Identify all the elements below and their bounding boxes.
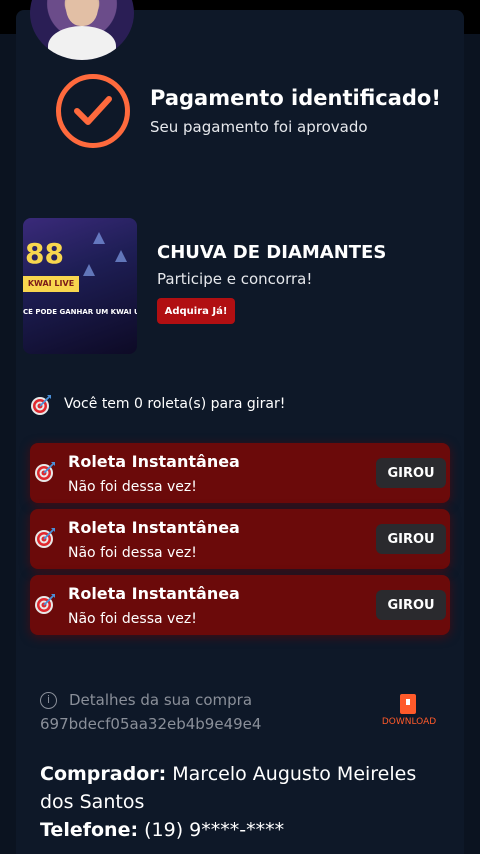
check-circle-icon	[56, 74, 130, 148]
target-icon	[35, 462, 55, 482]
target-icon	[35, 528, 55, 548]
buyer-phone-label: Telefone:	[40, 819, 139, 841]
promo-image-kwai-label: KWAI LIVE	[23, 276, 79, 292]
roulette-result: Não foi dessa vez!	[68, 479, 197, 495]
buyer-phone: Telefone: (19) 9****-****	[40, 819, 284, 841]
roulette-result: Não foi dessa vez!	[68, 611, 197, 627]
promo-subtitle: Participe e concorra!	[157, 270, 313, 288]
promo-title: CHUVA DE DIAMANTES	[157, 242, 387, 263]
buyer-name-label: Comprador:	[40, 763, 167, 785]
promo-image-badge: 88	[25, 237, 64, 270]
order-id: 697bdecf05aa32eb4b9e49e4	[40, 715, 262, 733]
avatar	[30, 0, 134, 60]
target-icon	[35, 594, 55, 614]
roulette-title: Roleta Instantânea	[68, 518, 240, 537]
roulette-count: Você tem 0 roleta(s) para girar!	[64, 396, 286, 412]
roulette-item: Roleta Instantânea Não foi dessa vez! GI…	[30, 443, 450, 503]
info-icon: i	[40, 692, 57, 709]
payment-title: Pagamento identificado!	[150, 86, 441, 110]
pdf-file-icon	[400, 694, 416, 714]
download-label: DOWNLOAD	[381, 717, 437, 727]
roulette-item: Roleta Instantânea Não foi dessa vez! GI…	[30, 509, 450, 569]
spun-button[interactable]: GIROU	[376, 524, 446, 554]
buyer-name: Comprador: Marcelo Augusto Meireles dos …	[40, 760, 440, 816]
buyer-phone-value: (19) 9****-****	[144, 819, 285, 841]
roulette-title: Roleta Instantânea	[68, 452, 240, 471]
spun-button[interactable]: GIROU	[376, 458, 446, 488]
download-button[interactable]: DOWNLOAD	[372, 694, 446, 730]
promo-image[interactable]: 88 KWAI LIVE CÊ PODE GANHAR UM KWAI UNIV…	[23, 218, 137, 354]
promo-image-banner: CÊ PODE GANHAR UM KWAI UNIVER	[23, 308, 137, 316]
payment-subtitle: Seu pagamento foi aprovado	[150, 118, 368, 136]
buy-now-button[interactable]: Adquira Já!	[157, 298, 235, 324]
roulette-title: Roleta Instantânea	[68, 584, 240, 603]
spun-button[interactable]: GIROU	[376, 590, 446, 620]
roulette-item: Roleta Instantânea Não foi dessa vez! GI…	[30, 575, 450, 635]
purchase-details-label: Detalhes da sua compra	[69, 691, 253, 709]
target-icon	[31, 395, 51, 415]
roulette-result: Não foi dessa vez!	[68, 545, 197, 561]
